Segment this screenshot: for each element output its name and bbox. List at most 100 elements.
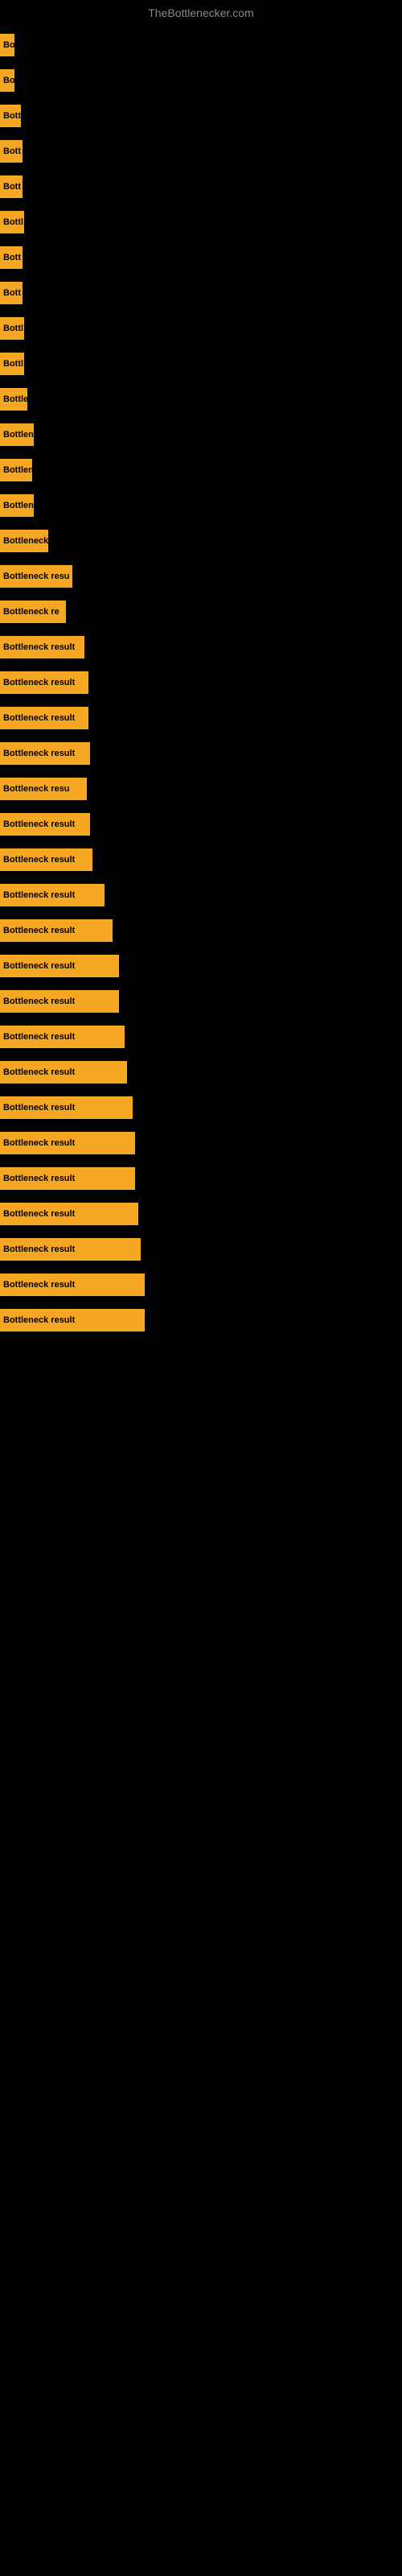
bar-label: Bottleneck [3, 536, 48, 546]
bar-row: Bottlen [0, 491, 402, 520]
bar-label: Bottleneck result [3, 855, 75, 865]
bar: Bottleneck result [0, 1061, 127, 1084]
bar-row: Bottleneck result [0, 845, 402, 874]
bar-label: Bottleneck result [3, 1032, 75, 1042]
bar-row: Bottleneck result [0, 987, 402, 1016]
bar-label: Bottleneck result [3, 1280, 75, 1290]
bar: Bottlen [0, 494, 34, 517]
bar-row: Bott [0, 172, 402, 201]
bar-label: Bottleneck result [3, 961, 75, 971]
bar-row: Bottlen [0, 456, 402, 485]
bar: Bottleneck re [0, 601, 66, 623]
bar: Bottleneck resu [0, 565, 72, 588]
bar: Bottleneck result [0, 990, 119, 1013]
bar-row: Bottl [0, 314, 402, 343]
bar-row: Bottleneck result [0, 1058, 402, 1087]
bar-label: Bottleneck result [3, 926, 75, 935]
bar-row: Bottleneck result [0, 668, 402, 697]
bar: Bott [0, 246, 23, 269]
bar-label: Bottleneck result [3, 1067, 75, 1077]
bar: Bottleneck resu [0, 778, 87, 800]
bar-row: Bottleneck result [0, 916, 402, 945]
bar-row: Bottleneck result [0, 633, 402, 662]
bar: Bottleneck result [0, 1132, 135, 1154]
bar-label: Bottleneck result [3, 890, 75, 900]
bar-row: Bo [0, 66, 402, 95]
bar-label: Bottl [3, 359, 23, 369]
bar-label: Bottleneck result [3, 1174, 75, 1183]
bar-row: Bottleneck re [0, 597, 402, 626]
bar: Bott [0, 282, 23, 304]
bar-row: Bottleneck result [0, 1093, 402, 1122]
bar-label: Bottleneck result [3, 713, 75, 723]
bar-row: Bottleneck resu [0, 562, 402, 591]
bar-label: Bottleneck result [3, 1138, 75, 1148]
bar-label: Bottleneck resu [3, 572, 70, 581]
bar-row: Bottl [0, 349, 402, 378]
bar-label: Bottleneck re [3, 607, 59, 617]
bar-label: Bott [3, 182, 21, 192]
bar-label: Bottleneck result [3, 1315, 75, 1325]
bar-row: Bottleneck result [0, 1164, 402, 1193]
bar-label: Bottleneck result [3, 819, 75, 829]
bar-label: Bottleneck result [3, 642, 75, 652]
bar-row: Bottleneck result [0, 952, 402, 980]
bar: Bottleneck result [0, 848, 92, 871]
bar: Bottl [0, 211, 24, 233]
bar-row: Bottleneck resu [0, 774, 402, 803]
bar: Bottlen [0, 459, 32, 481]
bar-row: Bottleneck result [0, 739, 402, 768]
bar: Bottleneck result [0, 1096, 133, 1119]
bar-label: Bottleneck result [3, 997, 75, 1006]
bar-label: Bo [3, 40, 14, 50]
bar-label: Bott [3, 147, 21, 156]
bar: Bottleneck [0, 530, 48, 552]
bar-row: Bott [0, 243, 402, 272]
bar: Bo [0, 34, 14, 56]
bar-row: Bottlen [0, 420, 402, 449]
bar: Bottleneck result [0, 1238, 141, 1261]
bar: Bottleneck result [0, 1274, 145, 1296]
bar-row: Bottleneck result [0, 1022, 402, 1051]
bar-label: Bottlen [3, 501, 34, 510]
bar-label: Bott [3, 111, 21, 121]
bar: Bottleneck result [0, 1167, 135, 1190]
bar-label: Bottlen [3, 465, 32, 475]
bar-row: Bottleneck result [0, 810, 402, 839]
bar-row: Bottleneck [0, 526, 402, 555]
bar-label: Bottleneck result [3, 749, 75, 758]
bar: Bottl [0, 353, 24, 375]
bar: Bottleneck result [0, 919, 113, 942]
bar-label: Bottleneck result [3, 678, 75, 687]
bar-label: Bottlen [3, 430, 34, 440]
bar: Bottle [0, 388, 27, 411]
bar: Bottleneck result [0, 742, 90, 765]
bar-row: Bottleneck result [0, 881, 402, 910]
bar: Bottleneck result [0, 707, 88, 729]
bar-row: Bottleneck result [0, 704, 402, 733]
site-title: TheBottlenecker.com [0, 0, 402, 23]
bar-row: Bott [0, 279, 402, 308]
bar-label: Bottleneck result [3, 1103, 75, 1113]
bar-row: Bo [0, 31, 402, 60]
bars-container: Bo Bo Bott Bott Bott Bottl Bott Bott Bottl Bottl B… [0, 23, 402, 1349]
bar: Bottl [0, 317, 24, 340]
bar: Bott [0, 140, 23, 163]
bar-label: Bottl [3, 324, 23, 333]
bar: Bottleneck result [0, 884, 105, 906]
bar-row: Bott [0, 101, 402, 130]
bar-row: Bott [0, 137, 402, 166]
bar-label: Bott [3, 288, 21, 298]
bar: Bo [0, 69, 14, 92]
bar-label: Bottl [3, 217, 23, 227]
bar-label: Bottleneck result [3, 1209, 75, 1219]
bar-label: Bottleneck result [3, 1245, 75, 1254]
bar: Bottleneck result [0, 671, 88, 694]
bar: Bottleneck result [0, 1309, 145, 1331]
bar: Bottleneck result [0, 636, 84, 658]
bar-label: Bottle [3, 394, 27, 404]
bar-row: Bottle [0, 385, 402, 414]
bar: Bottleneck result [0, 813, 90, 836]
bar-label: Bo [3, 76, 14, 85]
bar: Bott [0, 175, 23, 198]
